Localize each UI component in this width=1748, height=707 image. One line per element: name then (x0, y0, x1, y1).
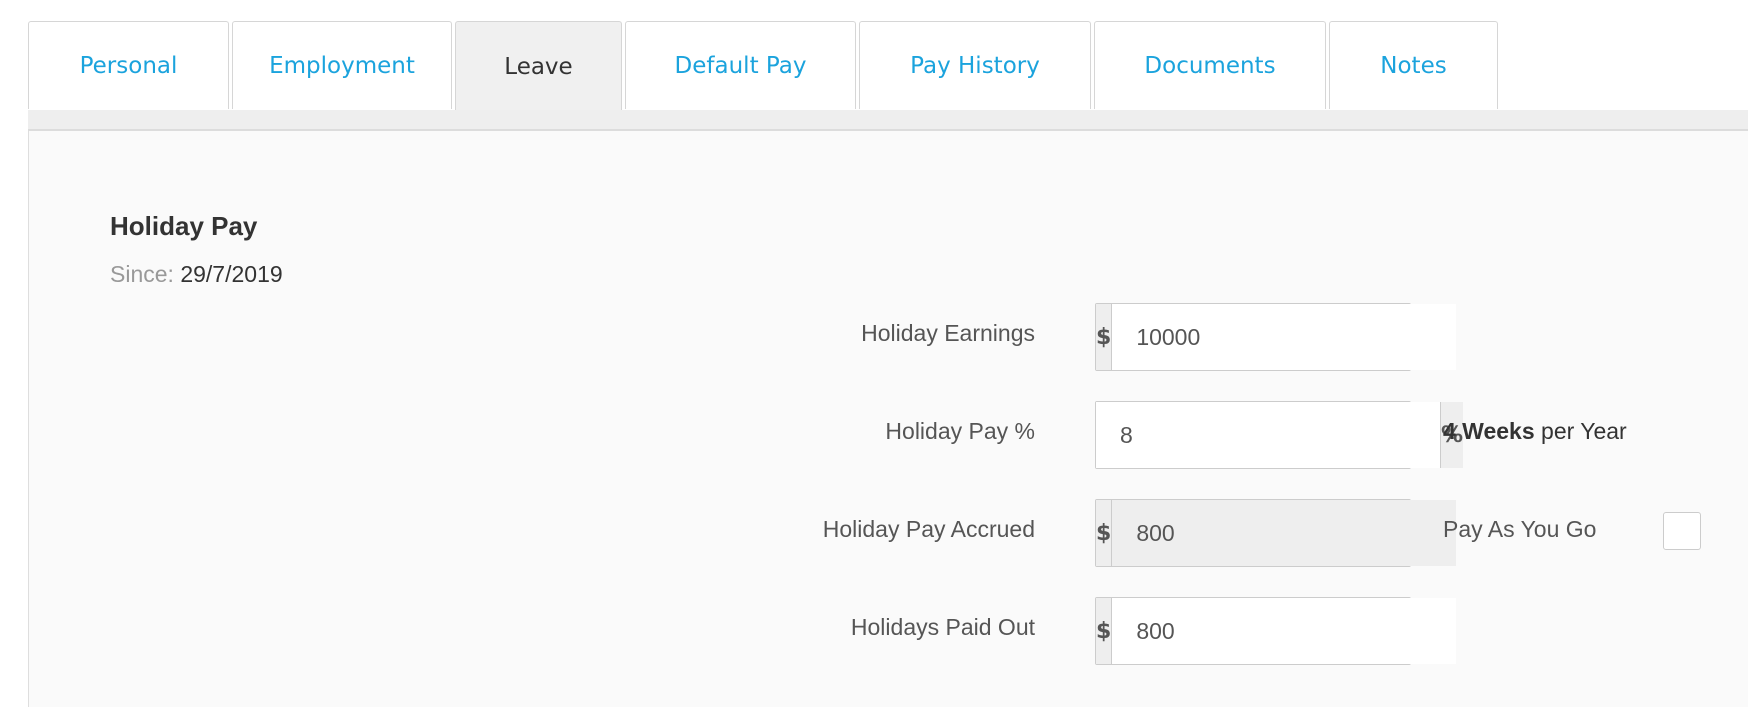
holiday-pay-accrued-group: $ (1095, 499, 1457, 567)
tab-pay-history[interactable]: Pay History (859, 21, 1091, 109)
holiday-earnings-label: Holiday Earnings (861, 320, 1035, 346)
weeks-suffix: per Year (1534, 418, 1627, 444)
holiday-pay-accrued-label: Holiday Pay Accrued (822, 516, 1035, 542)
since-date: Since: 29/7/2019 (110, 261, 283, 288)
holiday-pay-accrued-input (1112, 500, 1457, 566)
since-value: 29/7/2019 (180, 261, 283, 287)
currency-addon: $ (1096, 598, 1113, 664)
tab-default-pay[interactable]: Default Pay (625, 21, 856, 109)
tab-label: Pay History (910, 52, 1040, 79)
holidays-paid-out-group: $ (1095, 597, 1457, 665)
tab-label: Default Pay (674, 52, 807, 79)
weeks-per-year: 4 Weeks per Year (1443, 418, 1627, 445)
pay-as-you-go-checkbox[interactable] (1663, 512, 1701, 550)
holiday-earnings-input[interactable] (1112, 304, 1457, 370)
tab-employment[interactable]: Employment (232, 21, 452, 109)
weeks-count: 4 Weeks (1443, 418, 1535, 444)
holiday-pay-percent-input[interactable] (1096, 402, 1440, 468)
tab-notes[interactable]: Notes (1329, 21, 1498, 109)
tab-label: Employment (269, 52, 415, 79)
tab-label: Notes (1380, 52, 1447, 79)
holiday-pay-percent-label: Holiday Pay % (885, 418, 1035, 444)
tab-label: Leave (504, 53, 573, 80)
tab-label: Documents (1144, 52, 1276, 79)
tab-content-header (28, 110, 1748, 131)
currency-addon: $ (1096, 304, 1113, 370)
tab-label: Personal (79, 52, 178, 79)
tab-bar: Personal Employment Leave Default Pay Pa… (28, 21, 1748, 111)
tab-personal[interactable]: Personal (28, 21, 229, 109)
since-label: Since: (110, 261, 174, 287)
section-title: Holiday Pay (110, 211, 258, 241)
holidays-paid-out-input[interactable] (1112, 598, 1457, 664)
pay-as-you-go-label: Pay As You Go (1443, 516, 1597, 542)
holiday-earnings-group: $ (1095, 303, 1457, 371)
holidays-paid-out-label: Holidays Paid Out (850, 614, 1035, 640)
holiday-pay-percent-group: % (1095, 401, 1464, 469)
tab-leave[interactable]: Leave (455, 21, 622, 111)
tab-documents[interactable]: Documents (1094, 21, 1326, 109)
currency-addon: $ (1096, 500, 1113, 566)
